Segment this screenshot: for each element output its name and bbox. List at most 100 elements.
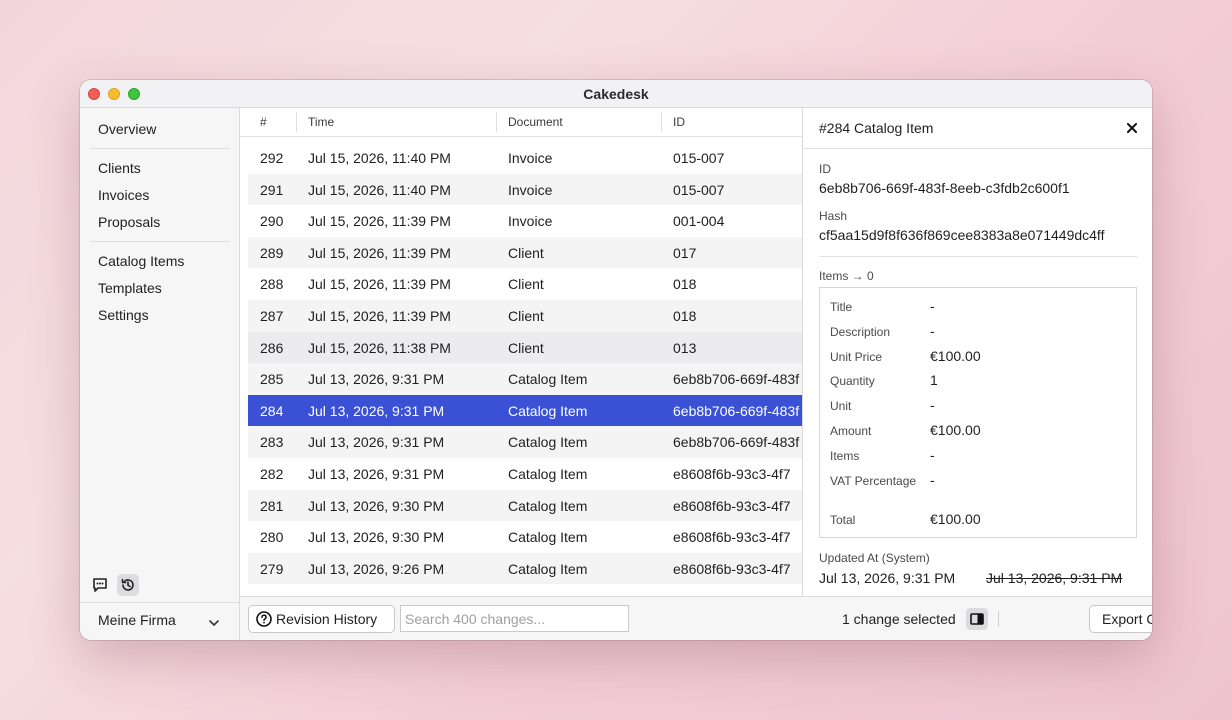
row-number: 289 [260, 244, 284, 261]
field-key: Items [830, 449, 860, 463]
sidebar-divider [80, 602, 240, 603]
row-document: Invoice [508, 150, 553, 166]
export-csv-button[interactable]: Export CSV... [1089, 605, 1152, 633]
row-id: 015-007 [673, 181, 725, 198]
row-document: Client [508, 307, 544, 324]
revision-history-button[interactable]: Revision History [248, 605, 395, 633]
close-icon[interactable] [1125, 121, 1139, 140]
id-value: 6eb8b706-669f-483f-8eeb-c3fdb2c600f1 [819, 180, 1070, 196]
column-divider [661, 112, 662, 132]
row-number: 286 [260, 339, 284, 356]
table-row[interactable]: 283 Jul 13, 2026, 9:31 PM Catalog Item 6eb8… [248, 426, 802, 458]
field-key: Description [830, 325, 891, 339]
column-header-number[interactable]: # [260, 115, 267, 129]
hash-value: cf5aa15d9f8f636f869cee8383a8e071449dc4ff [819, 227, 1105, 243]
column-header-id[interactable]: ID [673, 115, 685, 129]
row-id: 018 [673, 276, 697, 293]
row-id: 6eb8b706-669f-483f [673, 371, 800, 388]
table-row[interactable]: 284 Jul 13, 2026, 9:31 PM Catalog Item 6eb8… [248, 394, 802, 427]
sidebar-item-settings[interactable]: Settings [98, 307, 149, 323]
row-number: 281 [260, 497, 284, 514]
row-number: 287 [260, 307, 284, 324]
row-number: 284 [260, 402, 284, 419]
field-value: €100.00 [930, 348, 981, 364]
sidebar-panel-icon [970, 613, 984, 625]
row-time: Jul 15, 2026, 11:40 PM [308, 181, 451, 198]
updated-at-label: Updated At (System) [819, 551, 930, 565]
field-value: - [930, 447, 935, 463]
row-number: 292 [260, 150, 284, 166]
row-id: 018 [673, 307, 697, 324]
row-document: Catalog Item [508, 465, 588, 482]
sidebar-divider [90, 148, 230, 149]
sidebar-item-overview[interactable]: Overview [98, 121, 156, 137]
row-time: Jul 15, 2026, 11:38 PM [308, 339, 451, 356]
search-input[interactable] [400, 605, 629, 632]
table-row[interactable]: 279 Jul 13, 2026, 9:26 PM Catalog Item e860… [248, 552, 802, 585]
column-divider [296, 112, 297, 132]
field-key: Amount [830, 424, 872, 438]
sidebar-divider [90, 241, 230, 242]
field-value: 1 [930, 372, 938, 388]
column-divider [496, 112, 497, 132]
table-row[interactable]: 281 Jul 13, 2026, 9:30 PM Catalog Item e860… [248, 489, 802, 522]
updated-at-old-value: Jul 13, 2026, 9:31 PM [986, 570, 1123, 586]
sidebar-item-templates[interactable]: Templates [98, 280, 162, 296]
row-id: 6eb8b706-669f-483f [673, 434, 800, 451]
row-id: e8608f6b-93c3-4f7 [673, 560, 791, 577]
chevron-down-icon[interactable] [208, 615, 220, 633]
toggle-detail-panel-button[interactable] [966, 608, 988, 630]
table-row[interactable]: 291 Jul 15, 2026, 11:40 PM Invoice 015-007 [248, 173, 802, 206]
row-id: 017 [673, 244, 697, 261]
row-time: Jul 13, 2026, 9:30 PM [308, 497, 445, 514]
table-row[interactable]: 292 Jul 15, 2026, 11:40 PM Invoice 015-007 [248, 142, 802, 174]
table-row[interactable]: 286 Jul 15, 2026, 11:38 PM Client 013 [248, 331, 802, 364]
row-number: 282 [260, 465, 284, 482]
row-document: Catalog Item [508, 434, 588, 451]
sidebar-item-catalog-items[interactable]: Catalog Items [98, 253, 184, 269]
row-id: e8608f6b-93c3-4f7 [673, 497, 791, 514]
row-id: 013 [673, 339, 697, 356]
field-value: - [930, 472, 935, 488]
field-key: Total [830, 513, 856, 527]
sidebar-item-clients[interactable]: Clients [98, 160, 141, 176]
row-time: Jul 13, 2026, 9:30 PM [308, 529, 445, 546]
field-value: - [930, 397, 935, 413]
sidebar-item-proposals[interactable]: Proposals [98, 214, 160, 230]
selection-status: 1 change selected [842, 611, 956, 627]
row-time: Jul 15, 2026, 11:40 PM [308, 150, 451, 166]
row-document: Invoice [508, 181, 553, 198]
sidebar-item-invoices[interactable]: Invoices [98, 187, 149, 203]
row-time: Jul 15, 2026, 11:39 PM [308, 213, 451, 230]
window-title: Cakedesk [583, 86, 649, 102]
field-key: Quantity [830, 374, 875, 388]
table-body: 292 Jul 15, 2026, 11:40 PM Invoice 015-007 2… [248, 142, 802, 585]
row-time: Jul 13, 2026, 9:31 PM [308, 465, 445, 482]
table-row[interactable]: 287 Jul 15, 2026, 11:39 PM Client 018 [248, 299, 802, 332]
row-number: 285 [260, 371, 284, 388]
row-document: Catalog Item [508, 560, 588, 577]
detail-panel: #284 Catalog Item ID 6eb8b706-669f-483f-… [802, 108, 1152, 596]
table-row[interactable]: 280 Jul 13, 2026, 9:30 PM Catalog Item e860… [248, 521, 802, 553]
row-document: Client [508, 276, 544, 293]
row-id: e8608f6b-93c3-4f7 [673, 529, 791, 546]
table-row[interactable]: 285 Jul 13, 2026, 9:31 PM Catalog Item 6eb8… [248, 363, 802, 395]
table-row[interactable]: 282 Jul 13, 2026, 9:31 PM Catalog Item e860… [248, 458, 802, 490]
table-row[interactable]: 289 Jul 15, 2026, 11:39 PM Client 017 [248, 236, 802, 269]
help-circle-icon [256, 611, 272, 627]
column-header-time[interactable]: Time [308, 115, 334, 129]
detail-title: #284 Catalog Item [819, 120, 934, 136]
history-icon[interactable] [117, 574, 139, 596]
row-document: Catalog Item [508, 402, 588, 419]
row-time: Jul 15, 2026, 11:39 PM [308, 276, 451, 293]
table-row[interactable]: 288 Jul 15, 2026, 11:39 PM Client 018 [248, 268, 802, 300]
table-row[interactable]: 290 Jul 15, 2026, 11:39 PM Invoice 001-004 [248, 205, 802, 237]
column-header-document[interactable]: Document [508, 115, 563, 129]
bottom-toolbar: Revision History 1 change selected Expor… [240, 596, 1152, 640]
row-time: Jul 15, 2026, 11:39 PM [308, 307, 451, 324]
id-label: ID [819, 162, 831, 176]
company-selector[interactable]: Meine Firma [98, 612, 176, 628]
row-document: Client [508, 339, 544, 356]
row-number: 280 [260, 529, 284, 546]
feedback-icon[interactable] [89, 574, 111, 596]
